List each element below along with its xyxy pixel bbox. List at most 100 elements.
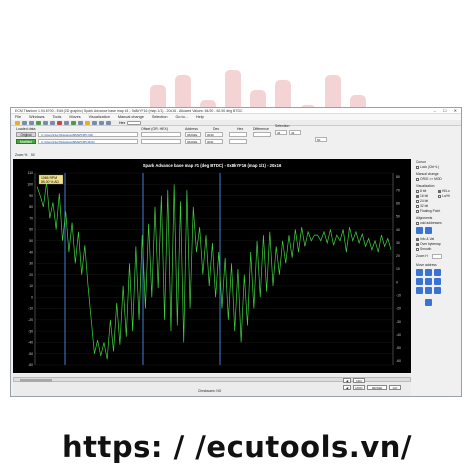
grid-view-button[interactable] (425, 299, 432, 306)
chart-area[interactable]: 110 100 90 80 70 60 50 40 30 20 10 0 -10 -20 -30 -40 -50… (13, 159, 411, 373)
hex-mod-field[interactable] (229, 139, 247, 144)
end-button[interactable] (425, 287, 432, 294)
y-tick-label: 30 (29, 262, 33, 266)
graph-icon[interactable] (36, 120, 41, 125)
undo-icon[interactable] (57, 120, 62, 125)
menu-selection[interactable]: Selection (152, 115, 168, 119)
menu-windows[interactable]: Windows (29, 115, 44, 119)
goto-button[interactable] (434, 287, 441, 294)
offset-mod-field[interactable] (141, 139, 181, 144)
info-val-checkbox[interactable] (416, 237, 419, 241)
vis-lohi[interactable]: Lo/Hi (438, 194, 450, 198)
toolbar: Hex (11, 120, 461, 126)
dec-orig-field[interactable]: 0030 (205, 132, 223, 137)
modified-button[interactable]: Modified (16, 139, 36, 144)
hex-col-label: Hex (237, 127, 244, 131)
smooth-option[interactable]: Smooth (416, 247, 431, 251)
search-icon[interactable] (85, 120, 90, 125)
vis-lohi-radio[interactable] (438, 194, 441, 198)
zoom-out-icon[interactable] (99, 120, 104, 125)
dec-mod-field[interactable]: 0031 (205, 139, 223, 144)
vis-float-checkbox[interactable] (416, 209, 419, 213)
y-right-tick-label: 70 (396, 188, 400, 192)
mod-label: MOD (353, 385, 365, 390)
window-controls[interactable]: – ☐ ✕ (434, 108, 460, 113)
checksum-icon[interactable] (71, 120, 76, 125)
selection-b-field[interactable]: 44 (289, 130, 301, 135)
hex-icon[interactable] (50, 120, 55, 125)
lock-option[interactable]: Lock (Ctrl+L) (416, 165, 439, 169)
vis-hilo-radio[interactable] (438, 189, 441, 193)
hex-select[interactable] (127, 120, 142, 125)
over-bytemap-option[interactable]: Over bytemap (416, 242, 441, 246)
original-path-field[interactable]: C:\Users\Nuch\Desktop\BMW\N55.ORI (38, 132, 138, 137)
align-right-button[interactable] (425, 227, 432, 234)
info-val-option[interactable]: Info & Val (416, 237, 434, 241)
alignment-option[interactable]: odd addresses (416, 221, 442, 225)
smooth-checkbox[interactable] (416, 247, 419, 251)
offset-orig-field[interactable] (141, 132, 181, 137)
modified-path-field[interactable]: C:\Users\Nuch\Desktop\BMW\N55.MOD (38, 139, 138, 144)
compare-icon[interactable] (78, 120, 83, 125)
home-button[interactable] (416, 287, 423, 294)
menu-goto[interactable]: Go to... (175, 115, 187, 119)
crc-arrow-left[interactable]: ◀ (343, 378, 351, 383)
selection-c-field[interactable]: 60 (315, 137, 327, 142)
menu-help[interactable]: Help (196, 115, 204, 119)
original-button[interactable]: Original (16, 132, 36, 137)
page-up-button[interactable] (425, 278, 432, 285)
move-down-button[interactable] (425, 269, 432, 276)
vis-24bit-radio[interactable] (416, 199, 419, 203)
zoom-in-icon[interactable] (92, 120, 97, 125)
address-mod-field[interactable]: 06202E (185, 139, 201, 144)
vis-32bit[interactable]: 32 bit (416, 204, 428, 208)
move-left-button[interactable] (434, 269, 441, 276)
lock-label: Lock (Ctrl+L) (420, 165, 439, 169)
manual-change-option[interactable]: ORIG >> MOD (416, 177, 442, 181)
menu-manual-change[interactable]: Manual change (118, 115, 144, 119)
over-bytemap-checkbox[interactable] (416, 242, 419, 246)
y-right-tick-label: 40 (396, 228, 400, 232)
table-icon[interactable] (43, 120, 48, 125)
redo-icon[interactable] (64, 120, 69, 125)
vis-8bit[interactable]: 8 bit (416, 189, 426, 193)
menu-moves[interactable]: Moves (69, 115, 80, 119)
save-icon[interactable] (22, 120, 27, 125)
mod-arrow-left[interactable]: ◀ (343, 385, 351, 390)
move-up-button[interactable] (416, 269, 423, 276)
page-down-button[interactable] (434, 278, 441, 285)
vis-24bit[interactable]: 24 bit (416, 199, 428, 203)
vis-16bit-radio[interactable] (416, 194, 419, 198)
alignment-checkbox[interactable] (416, 221, 419, 225)
manual-change-checkbox[interactable] (416, 177, 419, 181)
print-icon[interactable] (29, 120, 34, 125)
y-tick-label: 40 (29, 250, 33, 254)
menu-file[interactable]: File (15, 115, 21, 119)
move-right-button[interactable] (416, 278, 423, 285)
vis-hilo[interactable]: Hi/Lo (438, 189, 450, 193)
align-left-button[interactable] (416, 227, 423, 234)
lock-checkbox[interactable] (416, 165, 419, 169)
selection-a-field[interactable]: 44 (275, 130, 287, 135)
zoom-value[interactable]: 50 (31, 153, 35, 157)
scroll-thumb[interactable] (20, 378, 52, 382)
vis-32bit-radio[interactable] (416, 204, 419, 208)
series-line (36, 181, 392, 360)
menu-tools[interactable]: Tools (53, 115, 62, 119)
bottom-bar: ◀ CRC ◀ MOD 06202E GO Checksums: NO (13, 374, 411, 396)
go-button[interactable]: GO (389, 385, 401, 390)
selection-label: Selection (275, 124, 290, 128)
address-orig-field[interactable]: 06202E (185, 132, 201, 137)
zoom-h-field[interactable] (432, 254, 442, 259)
settings-icon[interactable] (106, 120, 111, 125)
address-go-field[interactable]: 06202E (367, 385, 387, 390)
menu-visualization[interactable]: Visualization (89, 115, 110, 119)
difference-field[interactable] (253, 132, 271, 137)
vis-24bit-label: 24 bit (420, 199, 429, 203)
vis-float[interactable]: Floating Point (416, 209, 440, 213)
vis-16bit[interactable]: 16 bit (416, 194, 428, 198)
hex-orig-field[interactable] (229, 132, 247, 137)
vis-8bit-label: 8 bit (420, 189, 427, 193)
open-icon[interactable] (15, 120, 20, 125)
vis-8bit-radio[interactable] (416, 189, 419, 193)
